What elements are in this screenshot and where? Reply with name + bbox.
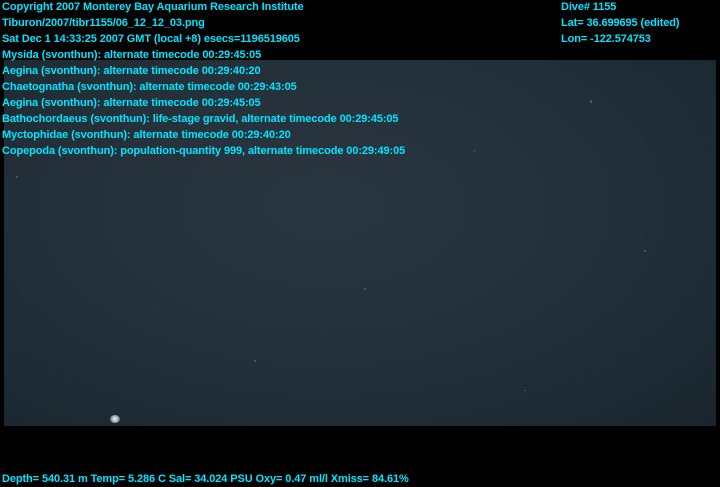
marine-snow-particle — [364, 288, 366, 290]
marine-snow-particle — [590, 100, 592, 103]
marine-snow-particle — [16, 176, 18, 178]
annotation-line: Mysida (svonthun): alternate timecode 00… — [2, 49, 262, 61]
marine-snow-particle — [474, 150, 475, 152]
dive-number-text: Dive# 1155 — [561, 1, 617, 13]
annotation-line: Aegina (svonthun): alternate timecode 00… — [2, 97, 261, 109]
marine-snow-particle — [154, 310, 155, 311]
annotation-line: Myctophidae (svonthun): alternate timeco… — [2, 129, 291, 141]
marine-snow-particle — [644, 250, 646, 252]
annotation-line: Copepoda (svonthun): population-quantity… — [2, 145, 406, 157]
header-overlay: Copyright 2007 Monterey Bay Aquarium Res… — [2, 0, 405, 159]
marine-snow-particle — [524, 390, 526, 391]
annotation-line: Bathochordaeus (svonthun): life-stage gr… — [2, 113, 399, 125]
annotation-line: Chaetognatha (svonthun): alternate timec… — [2, 81, 297, 93]
copyright-text: Copyright 2007 Monterey Bay Aquarium Res… — [2, 1, 304, 13]
image-path-text: Tiburon/2007/tibr1155/06_12_12_03.png — [2, 17, 205, 29]
dive-info-overlay: Dive# 1155 Lat= 36.699695 (edited) Lon= … — [561, 0, 680, 47]
annotation-line: Aegina (svonthun): alternate timecode 00… — [2, 65, 261, 77]
sensor-readout-text: Depth= 540.31 m Temp= 5.286 C Sal= 34.02… — [2, 473, 409, 485]
longitude-text: Lon= -122.574753 — [561, 33, 651, 45]
video-frame: Copyright 2007 Monterey Bay Aquarium Res… — [0, 0, 720, 486]
bright-organism — [110, 415, 120, 423]
sensor-overlay: Depth= 540.31 m Temp= 5.286 C Sal= 34.02… — [2, 471, 409, 487]
latitude-text: Lat= 36.699695 (edited) — [561, 17, 680, 29]
datetime-text: Sat Dec 1 14:33:25 2007 GMT (local +8) e… — [2, 33, 300, 45]
marine-snow-particle — [254, 360, 256, 362]
